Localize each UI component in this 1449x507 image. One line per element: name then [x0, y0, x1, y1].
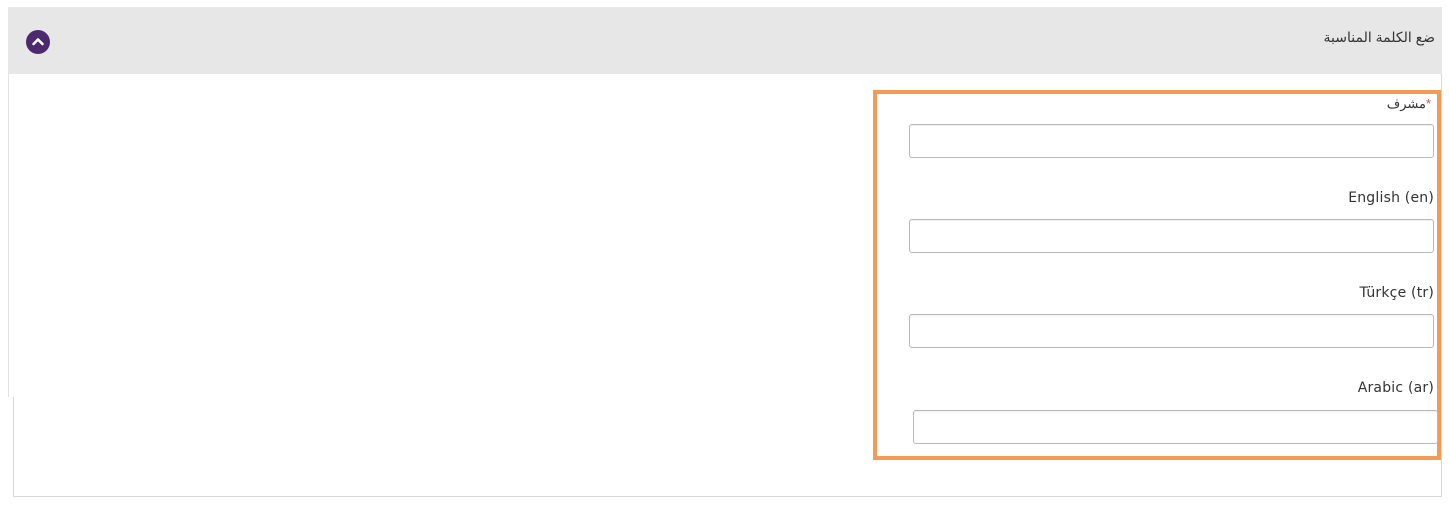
panel-left-border — [8, 74, 9, 397]
collapse-button[interactable] — [26, 30, 50, 54]
english-input[interactable] — [909, 219, 1434, 253]
panel-title: ضع الكلمة المناسبة — [1323, 29, 1435, 45]
field-label-supervisor: *مشرف — [1386, 96, 1431, 111]
panel-header[interactable]: ضع الكلمة المناسبة — [8, 7, 1442, 74]
required-marker: * — [1425, 96, 1431, 111]
panel-right-border — [1441, 74, 1442, 497]
panel-body-left-border — [13, 397, 14, 497]
field-label-turkish: Türkçe (tr) — [1359, 285, 1434, 301]
translation-fields-highlight: *مشرف English (en) Türkçe (tr) Arabic (a… — [873, 90, 1441, 460]
field-label-english: English (en) — [1348, 190, 1434, 206]
turkish-input[interactable] — [909, 314, 1434, 348]
panel-bottom-border — [13, 496, 1442, 497]
field-label-arabic: Arabic (ar) — [1357, 380, 1434, 396]
supervisor-input[interactable] — [909, 124, 1434, 158]
arabic-input[interactable] — [913, 410, 1438, 444]
chevron-up-icon — [32, 38, 44, 46]
